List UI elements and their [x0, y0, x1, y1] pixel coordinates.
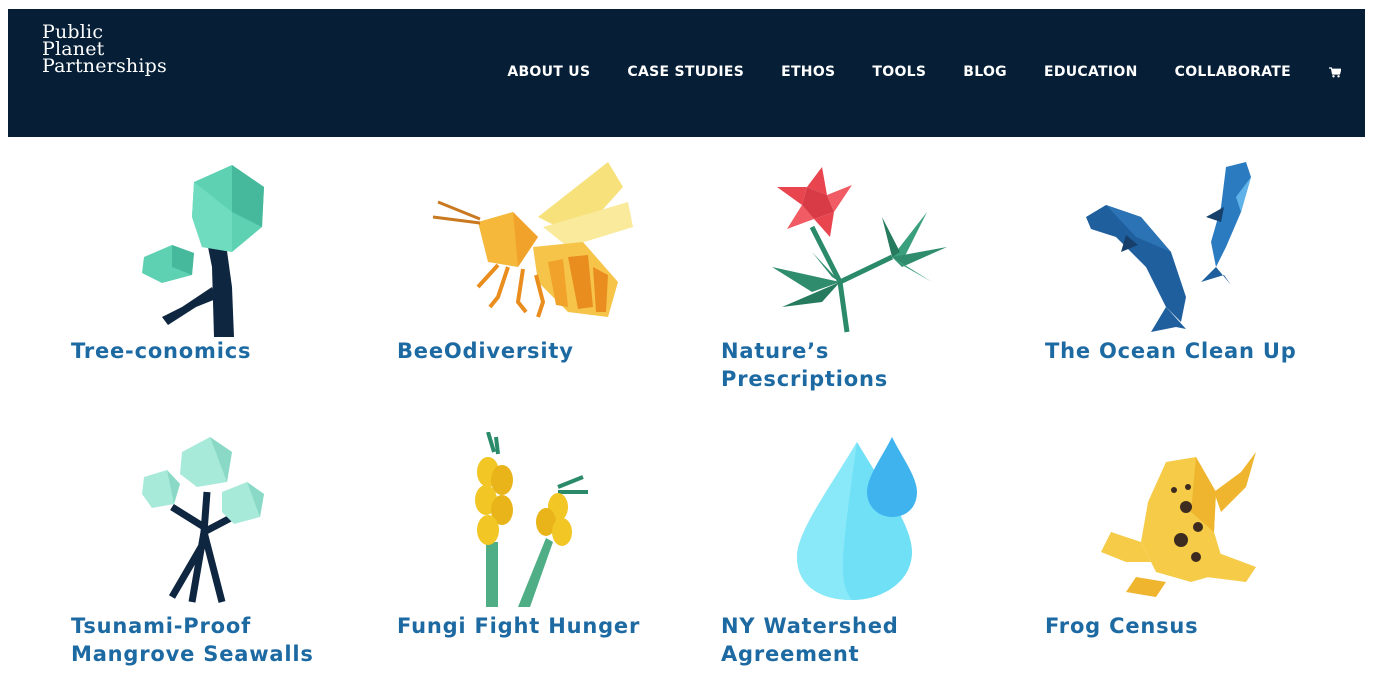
project-card-fungi-fight-hunger[interactable]: Fungi Fight Hunger: [388, 432, 688, 692]
site-header: Public Planet Partnerships ABOUT US CASE…: [8, 9, 1365, 137]
flower-icon: [772, 167, 947, 333]
nav-case-studies[interactable]: CASE STUDIES: [627, 64, 744, 80]
bee-icon: [432, 162, 633, 318]
project-card-beeodiversity[interactable]: BeeOdiversity: [388, 157, 688, 417]
water-drop-icon: [797, 437, 917, 600]
project-card-tree-conomics[interactable]: Tree-conomics: [62, 157, 362, 417]
frog-icon: [1101, 452, 1256, 597]
project-title: Fungi Fight Hunger: [397, 614, 641, 638]
project-title: Nature’s Prescriptions: [721, 339, 889, 391]
main-nav: ABOUT US CASE STUDIES ETHOS TOOLS BLOG E…: [507, 64, 1341, 80]
project-card-natures-prescriptions[interactable]: Nature’s Prescriptions: [712, 157, 1012, 417]
project-title: Frog Census: [1045, 614, 1199, 638]
nav-tools[interactable]: TOOLS: [872, 64, 926, 80]
project-card-the-ocean-clean-up[interactable]: The Ocean Clean Up: [1036, 157, 1336, 417]
project-title: NY Watershed Agreement: [721, 614, 899, 666]
tree-icon: [142, 165, 264, 337]
project-title: BeeOdiversity: [397, 339, 574, 363]
project-card-ny-watershed-agreement[interactable]: NY Watershed Agreement: [712, 432, 1012, 692]
nav-about-us[interactable]: ABOUT US: [507, 64, 590, 80]
nav-ethos[interactable]: ETHOS: [781, 64, 835, 80]
wheat-icon: [475, 432, 588, 607]
mangrove-icon: [142, 437, 264, 603]
logo-line-3: Partnerships: [42, 55, 167, 77]
project-card-tsunami-proof-mangrove-seawalls[interactable]: Tsunami-Proof Mangrove Seawalls: [62, 432, 362, 692]
nav-collaborate[interactable]: COLLABORATE: [1175, 64, 1291, 80]
dolphin-icon: [1086, 162, 1251, 332]
site-logo[interactable]: Public Planet Partnerships: [42, 23, 167, 77]
project-title: Tsunami-Proof Mangrove Seawalls: [71, 614, 314, 666]
nav-blog[interactable]: BLOG: [963, 64, 1007, 80]
projects-grid: Tree-conomics BeeOdiversity Nature’s Pre…: [0, 137, 1373, 666]
project-title: The Ocean Clean Up: [1045, 339, 1297, 363]
project-title: Tree-conomics: [71, 339, 252, 363]
shopping-cart-icon[interactable]: [1329, 66, 1341, 78]
nav-education[interactable]: EDUCATION: [1044, 64, 1138, 80]
project-card-frog-census[interactable]: Frog Census: [1036, 432, 1336, 692]
